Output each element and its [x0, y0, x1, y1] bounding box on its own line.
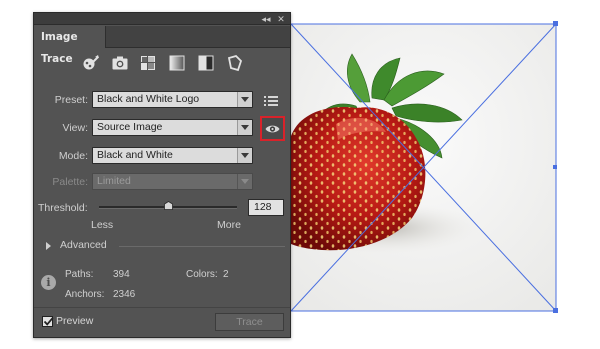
checkmark-icon — [43, 317, 54, 326]
palette-dropdown: Limited — [92, 173, 253, 190]
auto-color-icon[interactable] — [82, 54, 100, 72]
collapse-panel-icon[interactable]: ◂◂ — [260, 13, 272, 25]
threshold-slider-thumb[interactable] — [163, 201, 173, 210]
paths-label: Paths: — [65, 269, 94, 280]
disclosure-triangle-icon[interactable] — [46, 242, 51, 250]
palette-value: Limited — [97, 175, 131, 187]
mode-value: Black and White — [97, 149, 173, 161]
view-eye-highlight[interactable] — [260, 116, 285, 141]
threshold-less-label: Less — [91, 219, 114, 231]
mode-dropdown[interactable]: Black and White — [92, 147, 253, 164]
threshold-label: Threshold: — [38, 202, 88, 214]
footer-divider — [34, 307, 290, 308]
outline-icon[interactable] — [226, 54, 244, 72]
chevron-down-icon[interactable] — [237, 120, 252, 135]
view-label: View: — [62, 122, 89, 134]
grayscale-icon[interactable] — [168, 54, 186, 72]
threshold-more-label: More — [217, 219, 241, 231]
manage-presets-list-icon[interactable] — [264, 95, 278, 107]
advanced-divider — [119, 246, 285, 247]
image-trace-panel: ◂◂ ✕ Image Trace Preset: Black and White… — [33, 12, 291, 338]
mode-label: Mode: — [58, 150, 88, 162]
black-white-icon[interactable] — [197, 54, 215, 72]
panel-tab-row: Image Trace — [34, 26, 290, 65]
info-icon: i — [41, 275, 56, 290]
chevron-down-icon[interactable] — [237, 92, 252, 107]
selection-handle-top-right[interactable] — [553, 21, 558, 26]
selection-handle-right-middle[interactable] — [553, 165, 557, 169]
close-panel-icon[interactable]: ✕ — [275, 13, 287, 25]
view-value: Source Image — [97, 121, 163, 133]
high-color-photo-icon[interactable] — [111, 54, 129, 72]
low-color-grid-icon[interactable] — [139, 54, 157, 72]
panel-titlebar[interactable]: ◂◂ ✕ — [34, 13, 290, 25]
preset-value: Black and White Logo — [97, 93, 200, 105]
colors-label: Colors: — [186, 269, 218, 280]
anchors-label: Anchors: — [65, 289, 105, 300]
threshold-value-field[interactable]: 128 — [248, 199, 284, 216]
trace-button[interactable]: Trace — [215, 313, 284, 331]
preview-label[interactable]: Preview — [56, 315, 93, 327]
advanced-label[interactable]: Advanced — [60, 239, 107, 251]
chevron-down-icon — [237, 174, 252, 189]
preview-checkbox[interactable] — [42, 316, 54, 327]
eye-icon[interactable] — [265, 124, 280, 134]
selection-handle-bottom-right[interactable] — [553, 308, 558, 313]
palette-label: Palette: — [52, 176, 88, 188]
paths-value: 394 — [113, 269, 130, 280]
preset-dropdown[interactable]: Black and White Logo — [92, 91, 253, 108]
view-dropdown[interactable]: Source Image — [92, 119, 253, 136]
preset-label: Preset: — [54, 94, 88, 106]
anchors-value: 2346 — [113, 289, 136, 300]
tab-image-trace[interactable]: Image Trace — [34, 26, 106, 65]
chevron-down-icon[interactable] — [237, 148, 252, 163]
colors-value: 2 — [223, 269, 229, 280]
